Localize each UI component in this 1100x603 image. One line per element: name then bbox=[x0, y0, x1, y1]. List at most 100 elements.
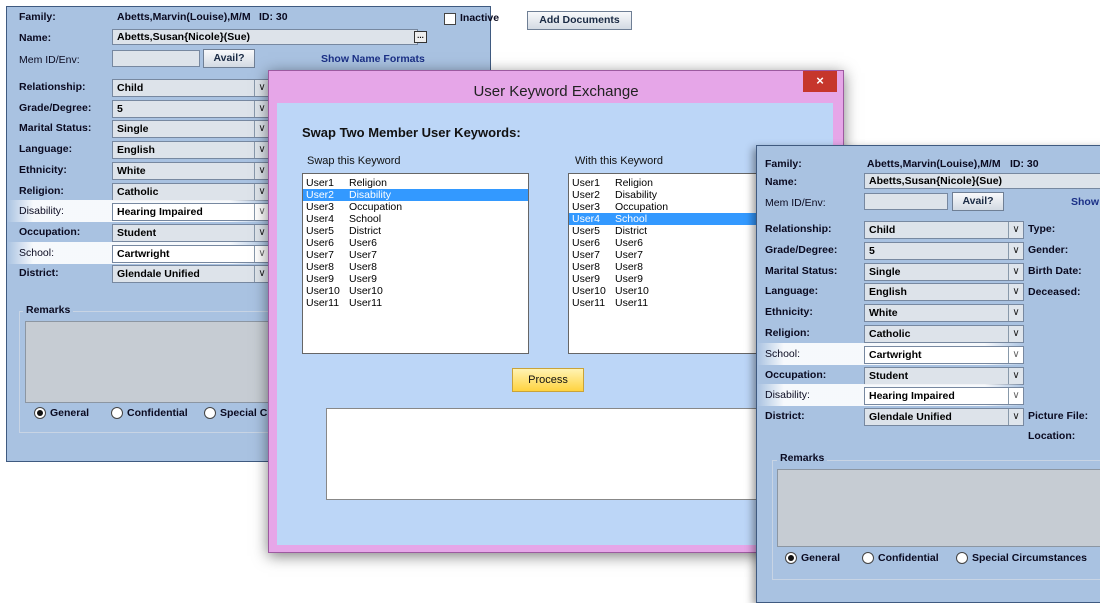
keyword-code: User7 bbox=[572, 249, 601, 261]
school-select[interactable]: Cartwright ∨ bbox=[864, 346, 1024, 364]
school-label: School: bbox=[19, 247, 55, 259]
name-field[interactable]: Abetts,Susan{Nicole}(Sue) bbox=[112, 29, 418, 45]
name-ellipsis-button[interactable]: ... bbox=[414, 31, 427, 43]
radio-special-circumstances[interactable] bbox=[956, 552, 968, 564]
marital-status-label: Marital Status: bbox=[19, 122, 92, 134]
chevron-down-icon[interactable]: ∨ bbox=[1008, 222, 1023, 238]
name-field[interactable]: Abetts,Susan{Nicole}(Sue) bbox=[864, 173, 1100, 189]
keyword-list-item[interactable]: User8 User8 bbox=[303, 261, 528, 273]
relationship-select[interactable]: Child ∨ bbox=[864, 221, 1024, 239]
marital-status-select[interactable]: Single ∨ bbox=[864, 263, 1024, 281]
keyword-list-item[interactable]: User5 District bbox=[303, 225, 528, 237]
keyword-list-item[interactable]: User4 School bbox=[303, 213, 528, 225]
chevron-down-icon[interactable]: ∨ bbox=[254, 246, 269, 262]
radio-general[interactable] bbox=[785, 552, 797, 564]
keyword-code: User4 bbox=[306, 213, 335, 225]
religion-select[interactable]: Catholic ∨ bbox=[864, 325, 1024, 343]
keyword-code: User2 bbox=[306, 189, 335, 201]
grade-degree-label: Grade/Degree: bbox=[19, 102, 92, 114]
member-id: ID: 30 bbox=[259, 11, 288, 23]
keyword-name: User6 bbox=[615, 237, 644, 249]
ethnicity-select[interactable]: White ∨ bbox=[112, 162, 270, 180]
inactive-label: Inactive bbox=[460, 12, 500, 24]
keyword-code: User7 bbox=[306, 249, 335, 261]
chevron-down-icon[interactable]: ∨ bbox=[254, 80, 269, 96]
chevron-down-icon[interactable]: ∨ bbox=[1008, 243, 1023, 259]
keyword-list-item[interactable]: User10 User10 bbox=[303, 285, 528, 297]
avail-button[interactable]: Avail? bbox=[952, 192, 1004, 211]
keyword-list-item[interactable]: User2 Disability bbox=[303, 189, 528, 201]
chevron-down-icon[interactable]: ∨ bbox=[254, 266, 269, 282]
grade-degree-select[interactable]: 5 ∨ bbox=[864, 242, 1024, 260]
chevron-down-icon[interactable]: ∨ bbox=[254, 225, 269, 241]
chevron-down-icon[interactable]: ∨ bbox=[1008, 368, 1023, 384]
chevron-down-icon[interactable]: ∨ bbox=[1008, 388, 1023, 404]
keyword-code: User6 bbox=[306, 237, 335, 249]
keyword-name: User7 bbox=[349, 249, 378, 261]
memid-field[interactable] bbox=[864, 193, 948, 210]
language-select[interactable]: English ∨ bbox=[112, 141, 270, 159]
chevron-down-icon[interactable]: ∨ bbox=[1008, 409, 1023, 425]
swap-keyword-list[interactable]: User1 Religion User2 Disability User3 Occupat… bbox=[302, 173, 529, 354]
chevron-down-icon[interactable]: ∨ bbox=[1008, 326, 1023, 342]
keyword-list-item[interactable]: User7 User7 bbox=[303, 249, 528, 261]
grade-degree-select[interactable]: 5 ∨ bbox=[112, 100, 270, 118]
keyword-name: User9 bbox=[349, 273, 378, 285]
avail-button[interactable]: Avail? bbox=[203, 49, 255, 68]
marital-status-select[interactable]: Single ∨ bbox=[112, 120, 270, 138]
memid-field[interactable] bbox=[112, 50, 200, 67]
chevron-down-icon[interactable]: ∨ bbox=[1008, 284, 1023, 300]
relationship-select[interactable]: Child ∨ bbox=[112, 79, 270, 97]
keyword-list-item[interactable]: User11 User11 bbox=[303, 297, 528, 309]
religion-value: Catholic bbox=[117, 186, 159, 198]
occupation-select[interactable]: Student ∨ bbox=[864, 367, 1024, 385]
family-value: Abetts,Marvin(Louise),M/M bbox=[117, 11, 251, 23]
religion-select[interactable]: Catholic ∨ bbox=[112, 183, 270, 201]
chevron-down-icon[interactable]: ∨ bbox=[254, 121, 269, 137]
inactive-checkbox[interactable] bbox=[444, 13, 456, 25]
keyword-list-item[interactable]: User3 Occupation bbox=[303, 201, 528, 213]
school-label: School: bbox=[765, 348, 801, 360]
keyword-list-item[interactable]: User9 User9 bbox=[303, 273, 528, 285]
district-select[interactable]: Glendale Unified ∨ bbox=[864, 408, 1024, 426]
chevron-down-icon[interactable]: ∨ bbox=[1008, 264, 1023, 280]
show-name-formats-link[interactable]: Show bbox=[1071, 196, 1099, 208]
keyword-list-item[interactable]: User6 User6 bbox=[303, 237, 528, 249]
dialog-heading: Swap Two Member User Keywords: bbox=[302, 125, 521, 140]
district-select[interactable]: Glendale Unified ∨ bbox=[112, 265, 270, 283]
chevron-down-icon[interactable]: ∨ bbox=[254, 184, 269, 200]
close-icon: × bbox=[816, 73, 824, 88]
radio-general[interactable] bbox=[34, 407, 46, 419]
process-button[interactable]: Process bbox=[512, 368, 584, 392]
keyword-list-item[interactable]: User1 Religion bbox=[303, 177, 528, 189]
chevron-down-icon[interactable]: ∨ bbox=[1008, 347, 1023, 363]
radio-special[interactable] bbox=[204, 407, 216, 419]
keyword-name: Religion bbox=[349, 177, 387, 189]
radio-confidential[interactable] bbox=[862, 552, 874, 564]
remarks-textarea[interactable] bbox=[777, 469, 1100, 547]
ethnicity-value: White bbox=[117, 165, 146, 177]
occupation-select[interactable]: Student ∨ bbox=[112, 224, 270, 242]
family-label: Family: bbox=[765, 158, 802, 170]
chevron-down-icon[interactable]: ∨ bbox=[1008, 305, 1023, 321]
show-name-formats-link[interactable]: Show Name Formats bbox=[321, 53, 425, 65]
radio-confidential[interactable] bbox=[111, 407, 123, 419]
family-label: Family: bbox=[19, 11, 56, 23]
keyword-name: Disability bbox=[349, 189, 392, 201]
add-documents-button[interactable]: Add Documents bbox=[527, 11, 632, 30]
ethnicity-value: White bbox=[869, 307, 898, 319]
school-select[interactable]: Cartwright ∨ bbox=[112, 245, 270, 263]
chevron-down-icon[interactable]: ∨ bbox=[254, 204, 269, 220]
keyword-code: User8 bbox=[572, 261, 601, 273]
chevron-down-icon[interactable]: ∨ bbox=[254, 142, 269, 158]
disability-select[interactable]: Hearing Impaired ∨ bbox=[112, 203, 270, 221]
language-select[interactable]: English ∨ bbox=[864, 283, 1024, 301]
disability-select[interactable]: Hearing Impaired ∨ bbox=[864, 387, 1024, 405]
religion-value: Catholic bbox=[869, 328, 911, 340]
ethnicity-select[interactable]: White ∨ bbox=[864, 304, 1024, 322]
chevron-down-icon[interactable]: ∨ bbox=[254, 101, 269, 117]
keyword-code: User2 bbox=[572, 189, 601, 201]
chevron-down-icon[interactable]: ∨ bbox=[254, 163, 269, 179]
language-label: Language: bbox=[19, 143, 73, 155]
close-button[interactable]: × bbox=[803, 71, 837, 92]
